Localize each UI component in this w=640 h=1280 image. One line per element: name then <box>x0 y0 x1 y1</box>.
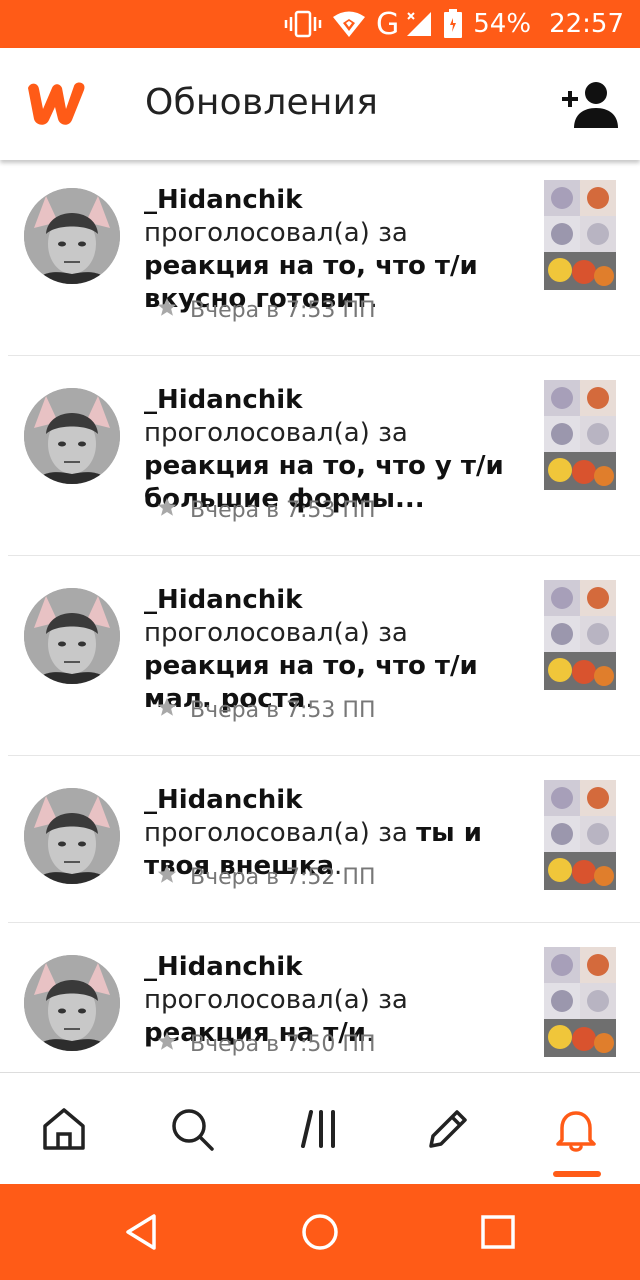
back-icon[interactable] <box>118 1208 166 1256</box>
list-item[interactable]: _Hidanchik проголосовал(а) за реакция на… <box>8 356 640 556</box>
star-icon <box>156 496 178 524</box>
username[interactable]: _Hidanchik <box>144 385 302 415</box>
notification-feed[interactable]: _Hidanchik проголосовал(а) за реакция на… <box>0 160 640 1072</box>
story-cover[interactable] <box>544 580 616 690</box>
username[interactable]: _Hidanchik <box>144 785 302 815</box>
action-text: проголосовал(а) <box>144 985 370 1015</box>
battery-percent: 54% <box>473 9 532 39</box>
story-cover[interactable] <box>544 947 616 1057</box>
list-item[interactable]: _Hidanchik проголосовал(а) за реакция на… <box>8 923 640 1072</box>
timestamp-row: Вчера в 7:52 ПП <box>156 863 376 891</box>
action-text: проголосовал(а) <box>144 218 370 248</box>
username[interactable]: _Hidanchik <box>144 585 302 615</box>
preposition: за <box>378 985 408 1015</box>
star-icon <box>156 863 178 891</box>
timestamp-row: Вчера в 7:50 ПП <box>156 1030 376 1058</box>
story-cover[interactable] <box>544 380 616 490</box>
clock: 22:57 <box>549 9 624 39</box>
timestamp: Вчера в 7:53 ПП <box>190 297 376 323</box>
write-icon[interactable] <box>418 1099 478 1159</box>
preposition: за <box>378 218 408 248</box>
network-type: G <box>376 6 400 42</box>
star-icon <box>156 696 178 724</box>
username[interactable]: _Hidanchik <box>144 185 302 215</box>
story-cover[interactable] <box>544 180 616 290</box>
notifications-icon[interactable] <box>546 1099 606 1159</box>
active-tab-indicator <box>553 1171 601 1177</box>
action-text: проголосовал(а) <box>144 418 370 448</box>
status-bar: G 54% 22:57 <box>0 0 640 48</box>
system-nav-bar <box>0 1184 640 1280</box>
preposition: за <box>378 818 408 848</box>
star-icon <box>156 1030 178 1058</box>
timestamp-row: Вчера в 7:53 ПП <box>156 696 376 724</box>
action-text: проголосовал(а) <box>144 818 370 848</box>
star-icon <box>156 296 178 324</box>
avatar[interactable] <box>24 955 120 1051</box>
avatar[interactable] <box>24 588 120 684</box>
timestamp: Вчера в 7:53 ПП <box>190 497 376 523</box>
list-item[interactable]: _Hidanchik проголосовал(а) за реакция на… <box>8 160 640 356</box>
timestamp: Вчера в 7:50 ПП <box>190 1031 376 1057</box>
timestamp-row: Вчера в 7:53 ПП <box>156 496 376 524</box>
preposition: за <box>378 618 408 648</box>
preposition: за <box>378 418 408 448</box>
battery-icon <box>443 9 463 39</box>
timestamp-row: Вчера в 7:53 ПП <box>156 296 376 324</box>
story-cover[interactable] <box>544 780 616 890</box>
library-icon[interactable] <box>290 1099 350 1159</box>
home-circle-icon[interactable] <box>296 1208 344 1256</box>
wifi-icon <box>332 10 366 38</box>
search-icon[interactable] <box>162 1099 222 1159</box>
timestamp: Вчера в 7:53 ПП <box>190 697 376 723</box>
list-item[interactable]: _Hidanchik проголосовал(а) за ты и твоя … <box>8 756 640 923</box>
recents-icon[interactable] <box>474 1208 522 1256</box>
home-icon[interactable] <box>34 1099 94 1159</box>
action-text: проголосовал(а) <box>144 618 370 648</box>
app-bar: Обновления <box>0 48 640 160</box>
avatar[interactable] <box>24 188 120 284</box>
bottom-nav <box>0 1072 640 1184</box>
list-item[interactable]: _Hidanchik проголосовал(а) за реакция на… <box>8 556 640 756</box>
add-person-icon[interactable] <box>560 80 618 130</box>
avatar[interactable] <box>24 788 120 884</box>
signal-icon <box>405 10 433 38</box>
vibrate-icon <box>284 10 322 38</box>
page-title: Обновления <box>145 82 379 123</box>
avatar[interactable] <box>24 388 120 484</box>
username[interactable]: _Hidanchik <box>144 952 302 982</box>
wattpad-logo[interactable] <box>22 78 90 128</box>
timestamp: Вчера в 7:52 ПП <box>190 864 376 890</box>
